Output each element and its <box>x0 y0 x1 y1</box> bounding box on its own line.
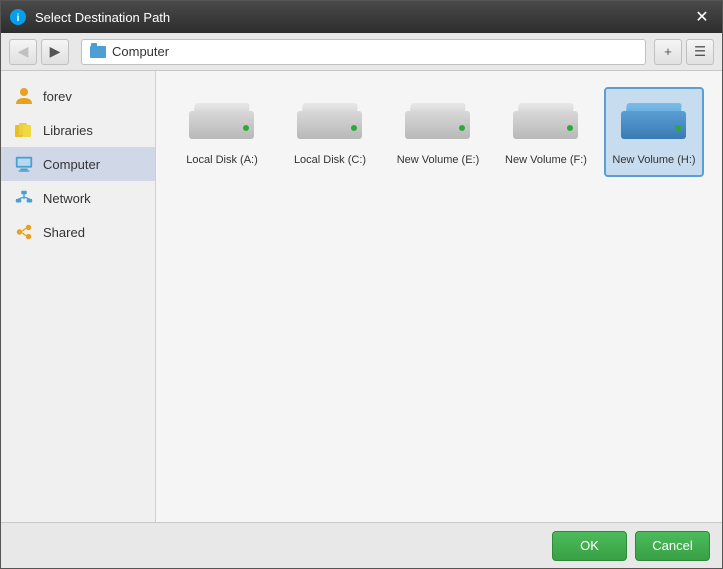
file-item-volume-h[interactable]: New Volume (H:) <box>604 87 704 177</box>
drive-icon-e <box>403 97 473 147</box>
sidebar-item-shared[interactable]: Shared <box>1 215 155 249</box>
sidebar-label-network: Network <box>43 191 91 206</box>
svg-text:i: i <box>17 13 20 24</box>
file-label-f: New Volume (F:) <box>505 153 587 167</box>
sidebar-label-libraries: Libraries <box>43 123 93 138</box>
close-button[interactable]: ✕ <box>690 5 714 29</box>
sidebar-label-forev: forev <box>43 89 72 104</box>
shared-icon <box>13 223 35 241</box>
computer-address-icon <box>90 46 106 58</box>
sidebar-item-network[interactable]: Network <box>1 181 155 215</box>
computer-icon <box>13 155 35 173</box>
file-item-local-c[interactable]: Local Disk (C:) <box>280 87 380 177</box>
drive-icon-c <box>295 97 365 147</box>
file-label-c: Local Disk (C:) <box>294 153 366 167</box>
cancel-button[interactable]: Cancel <box>635 531 710 561</box>
libraries-icon <box>13 121 35 139</box>
dialog-window: i Select Destination Path ✕ ◀ ▶ Computer… <box>0 0 723 569</box>
title-bar: i Select Destination Path ✕ <box>1 1 722 33</box>
sidebar-item-forev[interactable]: forev <box>1 79 155 113</box>
main-content: forev Libraries <box>1 71 722 522</box>
toolbar: ◀ ▶ Computer + ☰ <box>1 33 722 71</box>
view-button[interactable]: ☰ <box>686 39 714 65</box>
file-item-local-a[interactable]: Local Disk (A:) <box>172 87 272 177</box>
bottom-bar: OK Cancel <box>1 522 722 568</box>
drive-icon-f <box>511 97 581 147</box>
app-icon: i <box>9 8 27 26</box>
sidebar-item-libraries[interactable]: Libraries <box>1 113 155 147</box>
network-icon <box>13 189 35 207</box>
sidebar-label-shared: Shared <box>43 225 85 240</box>
sidebar: forev Libraries <box>1 71 156 522</box>
address-bar: Computer <box>81 39 646 65</box>
sidebar-label-computer: Computer <box>43 157 100 172</box>
drive-icon-h <box>619 97 689 147</box>
forward-button[interactable]: ▶ <box>41 39 69 65</box>
dialog-title: Select Destination Path <box>35 10 690 25</box>
file-label-h: New Volume (H:) <box>612 153 695 167</box>
ok-button[interactable]: OK <box>552 531 627 561</box>
back-button[interactable]: ◀ <box>9 39 37 65</box>
sidebar-item-computer[interactable]: Computer <box>1 147 155 181</box>
file-item-volume-e[interactable]: New Volume (E:) <box>388 87 488 177</box>
toolbar-actions: + ☰ <box>654 39 714 65</box>
file-label-e: New Volume (E:) <box>397 153 480 167</box>
address-text: Computer <box>112 44 169 59</box>
file-item-volume-f[interactable]: New Volume (F:) <box>496 87 596 177</box>
new-folder-button[interactable]: + <box>654 39 682 65</box>
user-icon <box>13 87 35 105</box>
file-area: Local Disk (A:) Local Disk (C:) New Vo <box>156 71 722 522</box>
drive-icon-a <box>187 97 257 147</box>
file-label-a: Local Disk (A:) <box>186 153 258 167</box>
